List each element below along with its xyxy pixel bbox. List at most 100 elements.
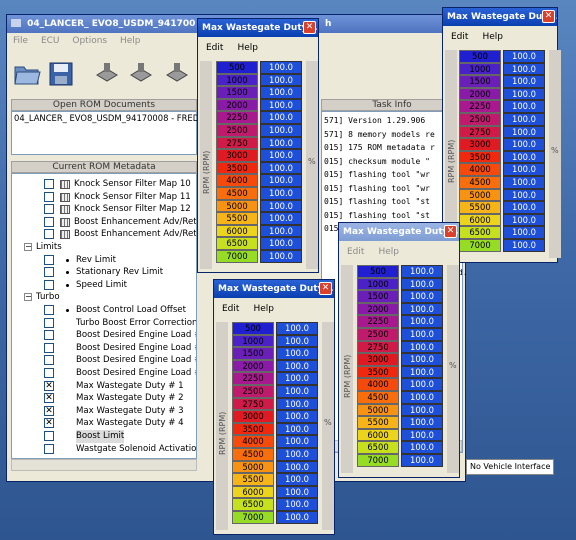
duty-value-cell[interactable]: 100.0 [260,212,302,225]
duty-value-cell[interactable]: 100.0 [260,61,302,74]
rpm-cell[interactable]: 5500 [232,473,274,486]
tree-item[interactable]: ✕ Max Wastegate Duty # 1 [12,380,196,393]
rpm-cell[interactable]: 6500 [232,498,274,511]
rpm-cell[interactable]: 2250 [216,111,258,124]
rpm-cell[interactable]: 7000 [357,454,399,467]
rpm-cell[interactable]: 2750 [459,125,501,139]
rpm-cell[interactable]: 2000 [459,87,501,101]
duty-value-cell[interactable]: 100.0 [260,86,302,99]
duty-value-cell[interactable]: 100.0 [276,473,318,486]
duty-value-cell[interactable]: 100.0 [260,199,302,213]
rpm-cell[interactable]: 1000 [459,62,501,76]
checkbox[interactable] [44,216,54,227]
duty-value-cell[interactable]: 100.0 [503,188,545,202]
duty-value-cell[interactable]: 100.0 [401,454,443,467]
duty-value-cell[interactable]: 100.0 [276,410,318,423]
duty-value-cell[interactable]: 100.0 [276,372,318,385]
rpm-cell[interactable]: 5500 [216,212,258,225]
checkbox[interactable] [44,431,54,441]
rpm-cell[interactable]: 2500 [357,328,399,341]
rpm-cell[interactable]: 2000 [216,98,258,112]
duty-value-cell[interactable]: 100.0 [401,416,443,429]
tree-item[interactable]: Knock Sensor Filter Map 11 [12,191,196,204]
duty-value-cell[interactable]: 100.0 [260,161,302,175]
table-title-bar[interactable]: Max Wastegate Duty ... ✕ [443,8,557,26]
duty-value-cell[interactable]: 100.0 [401,365,443,379]
rpm-cell[interactable]: 3500 [459,150,501,164]
checkbox[interactable] [44,342,54,353]
rpm-cell[interactable]: 3500 [232,422,274,436]
checkbox[interactable] [44,254,54,265]
rpm-cell[interactable]: 5000 [216,199,258,213]
duty-value-cell[interactable]: 100.0 [401,403,443,417]
duty-value-cell[interactable]: 100.0 [276,422,318,436]
menu-help[interactable]: Help [120,36,141,46]
rpm-cell[interactable]: 500 [216,61,258,74]
menu-edit[interactable]: Edit [206,43,223,53]
table-title-bar[interactable]: Max Wastegate Duty ... ✕ [339,223,459,241]
duty-value-cell[interactable]: 100.0 [260,124,302,137]
table-title-bar[interactable]: Max Wastegate Duty ... ✕ [214,280,334,298]
rpm-cell[interactable]: 7000 [232,511,274,524]
rpm-cell[interactable]: 1500 [357,290,399,303]
table-title-bar[interactable]: Max Wastegate Duty ... ✕ [198,19,318,37]
checkbox-checked[interactable]: ✕ [44,380,54,391]
duty-value-cell[interactable]: 100.0 [260,98,302,112]
close-icon[interactable]: ✕ [444,225,457,238]
checkbox-checked[interactable]: ✕ [44,405,54,416]
rpm-cell[interactable]: 4000 [357,378,399,391]
rpm-cell[interactable]: 6000 [357,428,399,442]
rpm-cell[interactable]: 2250 [357,315,399,328]
tree-item[interactable]: Boost Enhancement Adv/Ret M [12,228,196,241]
rpm-cell[interactable]: 500 [459,50,501,63]
menu-file[interactable]: File [13,36,28,46]
rpm-cell[interactable]: 4000 [216,174,258,187]
duty-value-cell[interactable]: 100.0 [276,334,318,348]
duty-value-cell[interactable]: 100.0 [260,149,302,162]
tree-group[interactable]: − Turbo [12,291,196,304]
rpm-cell[interactable]: 3000 [459,138,501,151]
menu-help[interactable]: Help [482,32,503,42]
checkbox[interactable] [44,267,54,278]
rpm-cell[interactable]: 3000 [232,410,274,423]
checkbox[interactable] [44,179,54,189]
no-vehicle-interface-status[interactable]: No Vehicle Interface [466,459,555,475]
duty-value-cell[interactable]: 100.0 [503,239,545,252]
collapse-icon[interactable]: − [24,243,32,251]
checkbox[interactable] [44,330,54,341]
duty-value-cell[interactable]: 100.0 [401,353,443,366]
duty-value-cell[interactable]: 100.0 [503,50,545,63]
menu-help[interactable]: Help [378,247,399,257]
duty-value-cell[interactable]: 100.0 [401,391,443,404]
tree-group[interactable]: − Limits [12,241,196,254]
collapse-icon[interactable]: − [24,293,32,302]
open-rom-icon[interactable] [13,61,41,87]
rpm-cell[interactable]: 2500 [216,124,258,137]
tree-item[interactable]: Knock Sensor Filter Map 10 [12,178,196,191]
tree-hscroll[interactable] [11,459,197,471]
rpm-cell[interactable]: 6500 [216,237,258,250]
tree-item[interactable]: Knock Sensor Filter Map 12 [12,203,196,216]
tree-item[interactable]: Boost Enhancement Adv/Ret M [12,216,196,229]
duty-value-cell[interactable]: 100.0 [276,485,318,499]
rpm-cell[interactable]: 2500 [459,113,501,126]
rpm-cell[interactable]: 6500 [459,226,501,239]
rpm-cell[interactable]: 5000 [357,403,399,417]
duty-value-cell[interactable]: 100.0 [401,441,443,454]
rpm-cell[interactable]: 1000 [357,277,399,291]
rpm-cell[interactable]: 7000 [459,239,501,252]
duty-value-cell[interactable]: 100.0 [276,385,318,398]
duty-value-cell[interactable]: 100.0 [401,277,443,291]
menu-edit[interactable]: Edit [451,32,468,42]
checkbox[interactable] [44,368,54,378]
duty-value-cell[interactable]: 100.0 [503,62,545,76]
duty-value-cell[interactable]: 100.0 [401,315,443,328]
rpm-cell[interactable]: 3000 [357,353,399,366]
rpm-cell[interactable]: 4500 [232,448,274,461]
rpm-cell[interactable]: 7000 [216,250,258,263]
rpm-cell[interactable]: 500 [357,265,399,278]
checkbox[interactable] [44,317,54,328]
duty-value-cell[interactable]: 100.0 [503,176,545,189]
tree-item[interactable]: Stationary Rev Limit [12,266,196,279]
duty-value-cell[interactable]: 100.0 [401,340,443,354]
